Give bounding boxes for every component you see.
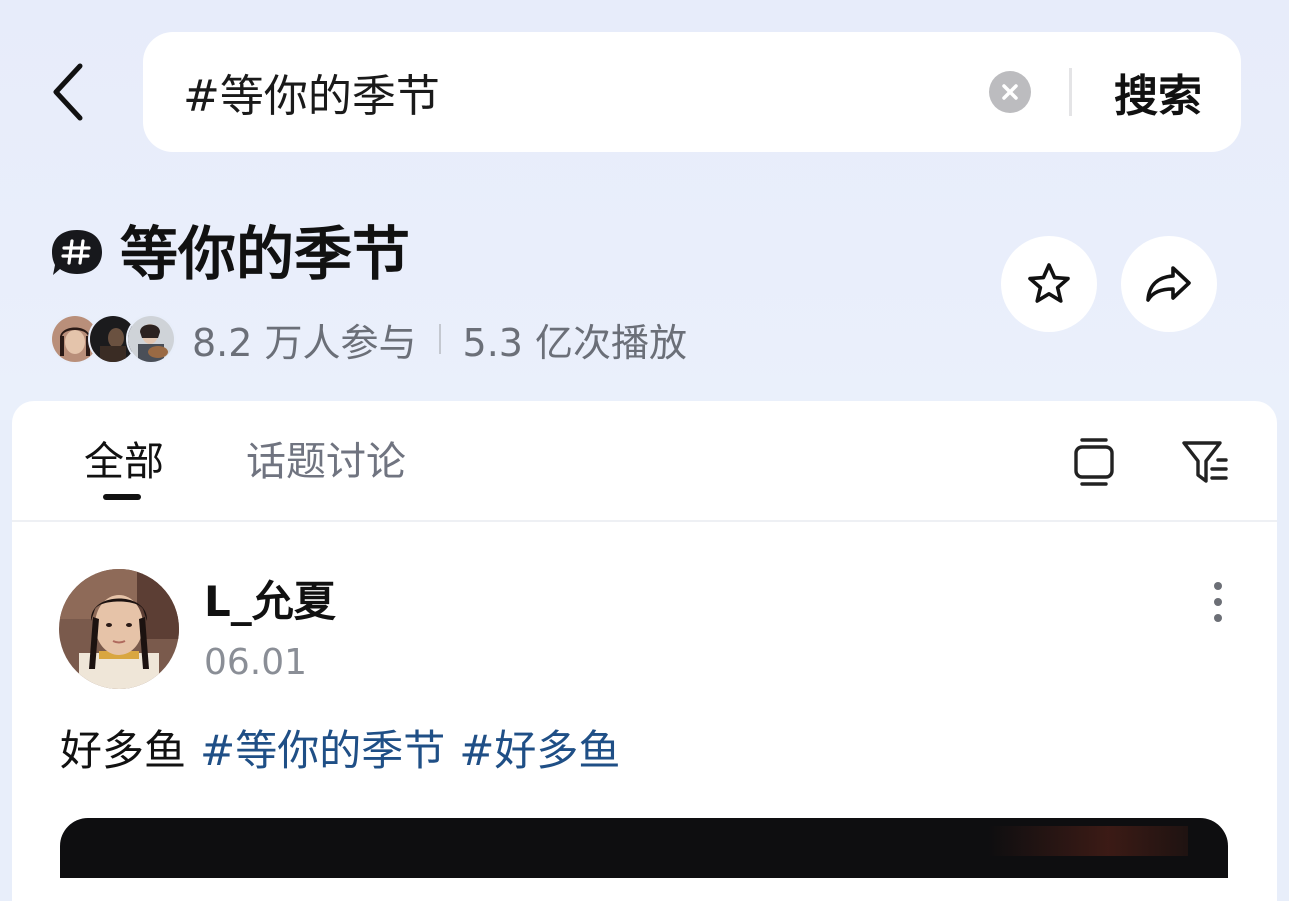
tab-all[interactable]: 全部 (84, 434, 164, 494)
post-author-name[interactable]: L_允夏 (204, 574, 336, 630)
stack-layout-icon (1074, 438, 1114, 486)
search-divider (1069, 68, 1072, 116)
filter-icon (1182, 441, 1228, 483)
topic-title: 等你的季节 (120, 220, 411, 288)
star-icon (1028, 263, 1070, 303)
clear-search-button[interactable] (989, 71, 1031, 113)
post-text: 好多鱼 #等你的季节 #好多鱼 (60, 722, 620, 780)
search-button[interactable]: 搜索 (1103, 62, 1213, 122)
filter-button[interactable] (1178, 432, 1234, 492)
active-tab-indicator (103, 494, 141, 500)
tab-discussion[interactable]: 话题讨论 (246, 434, 406, 494)
clear-circle-icon (1002, 84, 1018, 100)
chevron-left-icon (53, 63, 83, 121)
favorite-button[interactable] (1001, 236, 1097, 332)
more-options-button[interactable] (1196, 574, 1240, 630)
search-bar: 搜索 (143, 32, 1241, 152)
share-arrow-icon (1146, 266, 1191, 302)
author-avatar[interactable] (59, 569, 179, 689)
more-vertical-icon (1214, 582, 1222, 590)
post-hashtag[interactable]: #好多鱼 (459, 726, 620, 775)
post-hashtag[interactable]: #等你的季节 (200, 726, 445, 775)
search-input[interactable] (183, 60, 943, 124)
participants-count: 8.2 万人参与 (192, 320, 417, 365)
layout-toggle-button[interactable] (1066, 432, 1122, 492)
post-date: 06.01 (204, 642, 308, 683)
hashtag-bubble-icon (52, 230, 102, 275)
participant-avatars (50, 314, 180, 364)
post-body: 好多鱼 (60, 726, 187, 775)
avatar (126, 314, 176, 364)
post-media[interactable] (60, 818, 1228, 878)
tabs-divider (12, 520, 1277, 522)
back-button[interactable] (40, 56, 96, 128)
play-count: 5.3 亿次播放 (462, 320, 688, 365)
media-preview (988, 826, 1188, 856)
stats-divider (438, 324, 441, 354)
topic-stats: 8.2 万人参与 5.3 亿次播放 (192, 312, 687, 366)
share-button[interactable] (1121, 236, 1217, 332)
